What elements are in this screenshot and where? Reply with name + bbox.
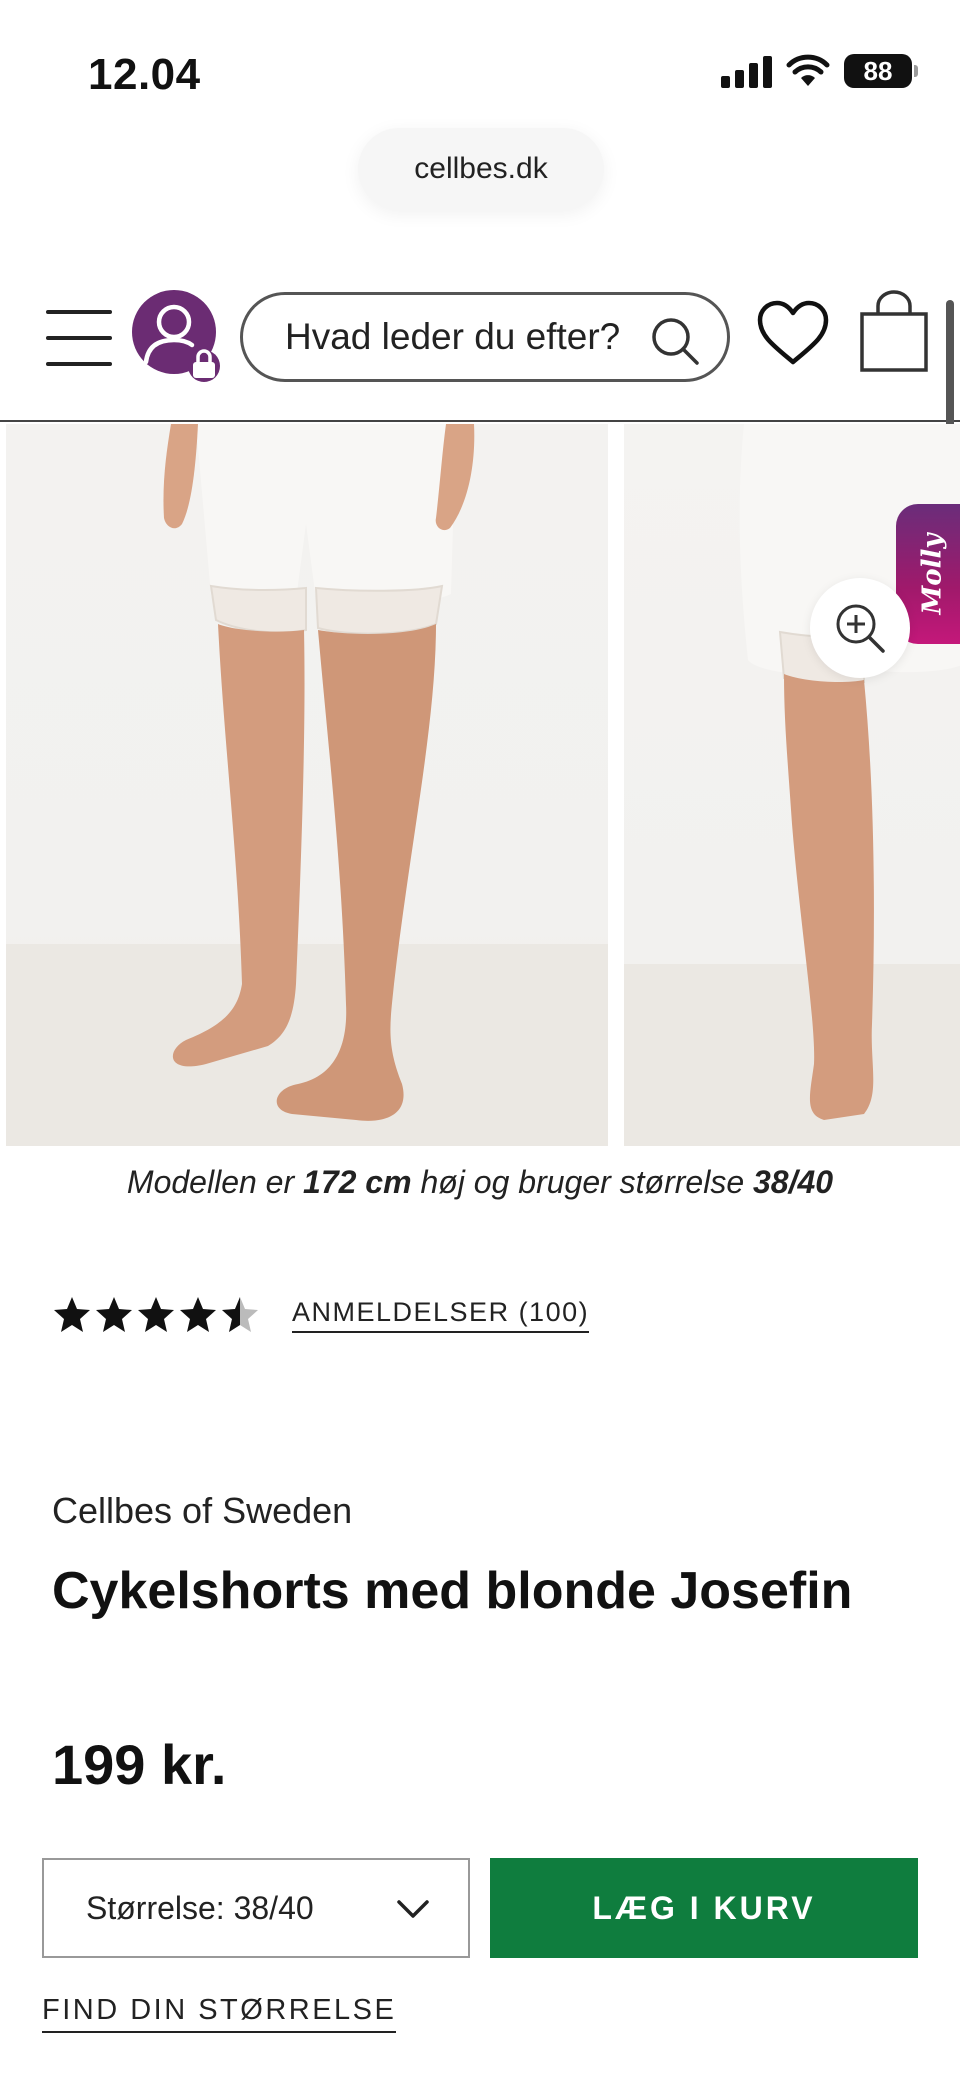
molly-label: Molly: [917, 533, 948, 615]
site-header: Hvad leder du efter?: [0, 280, 960, 422]
star-icon: [180, 1297, 216, 1332]
wifi-icon: [786, 54, 830, 86]
rating: ANMELDELSER (100): [52, 1296, 590, 1334]
url-bar[interactable]: cellbes.dk: [358, 128, 604, 210]
half-star-icon: [222, 1297, 258, 1332]
product-gallery[interactable]: [0, 424, 960, 1146]
menu-icon[interactable]: [46, 310, 112, 366]
model-info-middle: høj og bruger størrelse: [411, 1164, 753, 1200]
find-size-link[interactable]: FIND DIN STØRRELSE: [42, 1994, 397, 2033]
star-icon: [54, 1297, 90, 1332]
product-front-image[interactable]: [6, 424, 608, 1146]
product-brand: Cellbes of Sweden: [52, 1490, 353, 1531]
battery-icon: 88: [844, 54, 918, 88]
star-icon: [138, 1297, 174, 1332]
model-info: Modellen er 172 cm høj og bruger størrel…: [0, 1164, 960, 1201]
zoom-in-icon: [836, 604, 885, 653]
model-size: 38/40: [753, 1164, 834, 1200]
rating-stars: [52, 1296, 260, 1334]
search-icon[interactable]: [649, 315, 701, 367]
add-to-cart-button[interactable]: LÆG I KURV: [490, 1858, 918, 1958]
star-icon: [96, 1297, 132, 1332]
size-select-label: Størrelse: 38/40: [86, 1889, 314, 1926]
status-icons: 88: [721, 54, 918, 88]
status-time: 12.04: [88, 50, 201, 99]
zoom-button[interactable]: [810, 578, 910, 678]
shopping-bag-icon[interactable]: [858, 290, 930, 374]
reviews-link[interactable]: ANMELDELSER (100): [292, 1297, 590, 1333]
product-price: 199 kr.: [52, 1733, 227, 1796]
account-lock-icon: [143, 304, 220, 382]
product-title: Cykelshorts med blonde Josefin: [52, 1562, 853, 1620]
chevron-down-icon: [397, 1900, 429, 1918]
search-placeholder: Hvad leder du efter?: [285, 316, 621, 357]
signal-icon: [721, 54, 772, 88]
account-button[interactable]: [132, 290, 220, 382]
search-input[interactable]: Hvad leder du efter?: [240, 292, 730, 382]
model-info-prefix: Modellen er: [126, 1164, 304, 1200]
model-height: 172 cm: [303, 1164, 412, 1200]
status-bar: 12.04 88: [0, 0, 960, 120]
heart-icon[interactable]: [756, 300, 830, 366]
size-select[interactable]: Størrelse: 38/40: [42, 1858, 470, 1958]
